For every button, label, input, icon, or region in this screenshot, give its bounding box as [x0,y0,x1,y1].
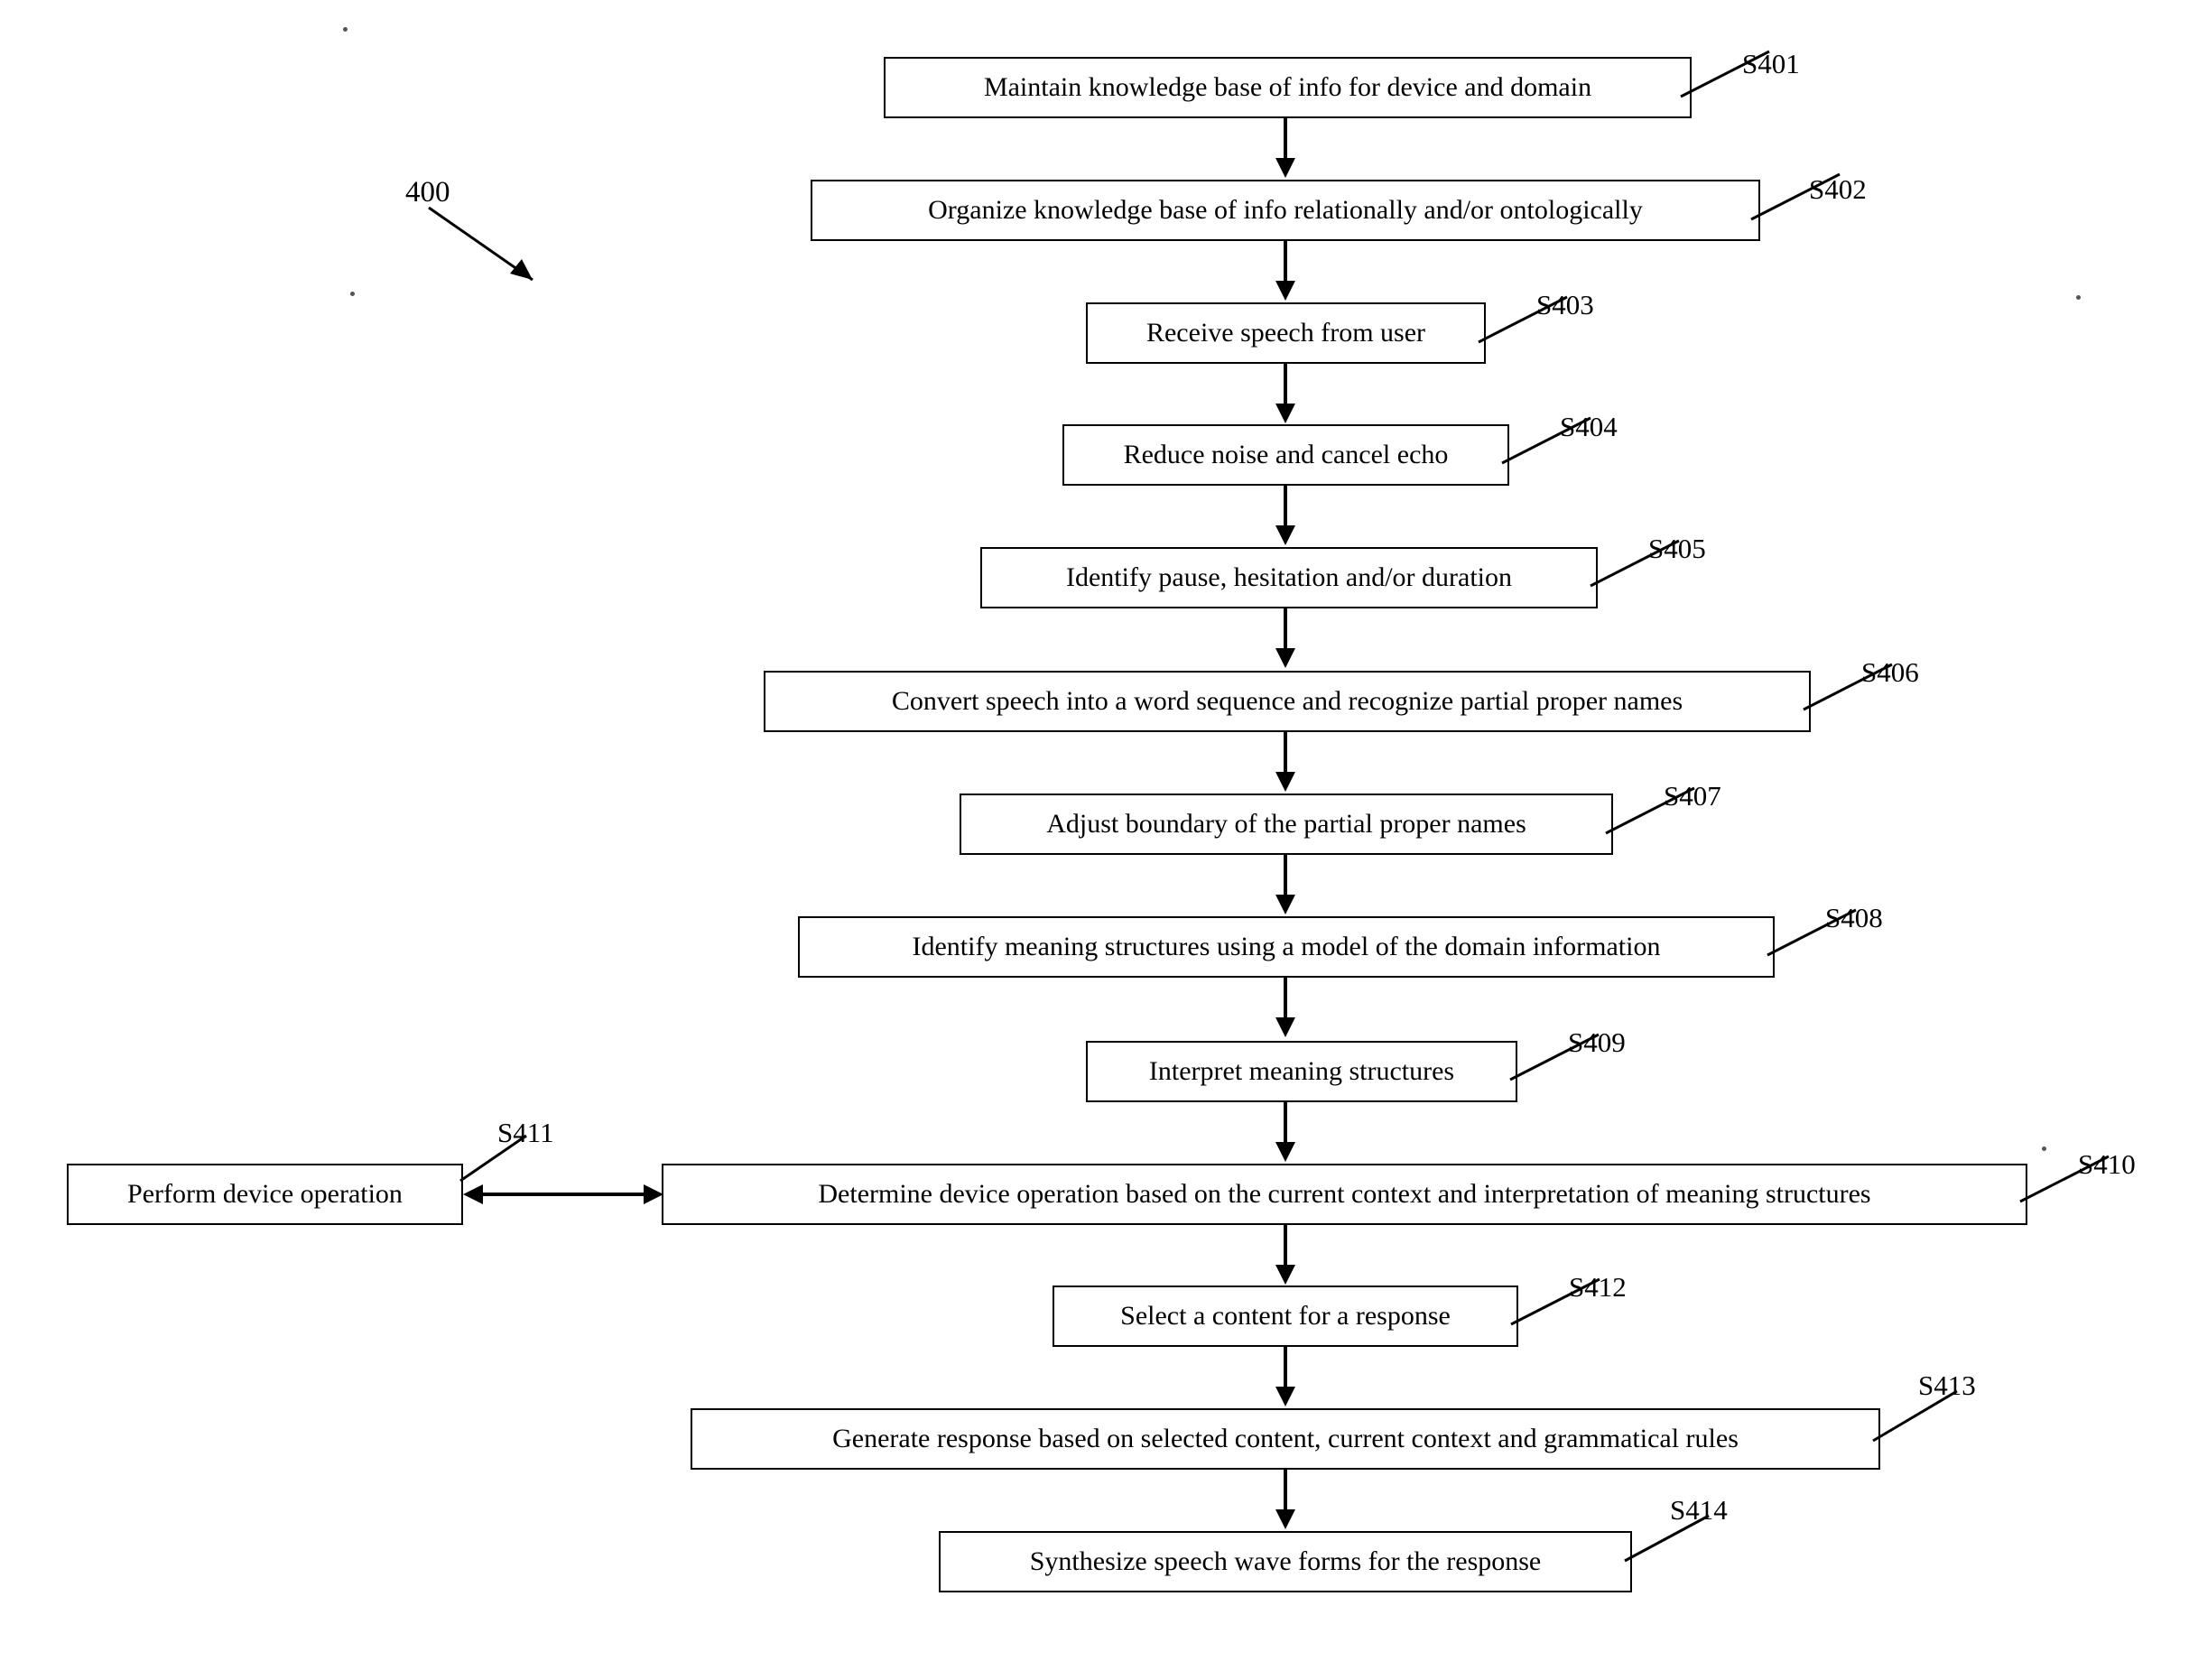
step-ref-s407: S407 [1664,780,1721,812]
step-ref-s404: S404 [1560,411,1618,442]
arrow-s410-s412 [1272,1225,1299,1286]
arrow-s411-s410-bidirectional [463,1178,663,1211]
step-box-s409: Interpret meaning structures [1086,1041,1517,1102]
step-box-s411: Perform device operation [67,1164,463,1225]
step-box-s405: Identify pause, hesitation and/or durati… [980,547,1598,608]
arrow-s401-s402 [1272,118,1299,180]
step-ref-s409: S409 [1568,1026,1626,1058]
arrow-s409-s410 [1272,1102,1299,1164]
arrow-s405-s406 [1272,608,1299,670]
step-box-s408: Identify meaning structures using a mode… [798,916,1775,978]
arrow-s404-s405 [1272,486,1299,547]
step-box-s403: Receive speech from user [1086,302,1486,364]
step-ref-s408: S408 [1825,902,1883,933]
flowchart-diagram: 400 Maintain knowledge base of info for … [0,0,2198,1680]
arrow-s403-s404 [1272,364,1299,425]
figure-number-arrow [424,203,551,302]
step-ref-s401: S401 [1742,48,1800,79]
step-box-s413: Generate response based on selected cont… [691,1408,1880,1470]
step-ref-s406: S406 [1861,656,1919,688]
step-ref-s410: S410 [2078,1148,2136,1180]
step-ref-s414: S414 [1670,1494,1728,1526]
step-box-s412: Select a content for a response [1053,1286,1518,1347]
step-box-s414: Synthesize speech wave forms for the res… [939,1531,1632,1592]
arrow-s402-s403 [1272,241,1299,302]
step-ref-s413: S413 [1918,1369,1976,1401]
arrow-s407-s408 [1272,855,1299,916]
page-speck [2076,295,2081,300]
step-ref-s402: S402 [1809,173,1867,205]
arrow-s406-s407 [1272,732,1299,794]
page-speck [2042,1146,2046,1151]
step-box-s401: Maintain knowledge base of info for devi… [884,57,1692,118]
step-box-s406: Convert speech into a word sequence and … [764,671,1811,732]
arrow-s408-s409 [1272,978,1299,1039]
page-speck [343,27,348,32]
step-ref-s403: S403 [1536,289,1594,320]
step-box-s407: Adjust boundary of the partial proper na… [960,794,1613,855]
step-box-s402: Organize knowledge base of info relation… [811,180,1760,241]
step-ref-s405: S405 [1648,533,1706,564]
arrow-s413-s414 [1272,1470,1299,1531]
step-ref-s411: S411 [497,1117,554,1148]
step-box-s410: Determine device operation based on the … [662,1164,2027,1225]
page-speck [350,292,355,296]
arrow-s412-s413 [1272,1347,1299,1408]
step-box-s404: Reduce noise and cancel echo [1062,424,1509,486]
step-ref-s412: S412 [1569,1271,1627,1303]
